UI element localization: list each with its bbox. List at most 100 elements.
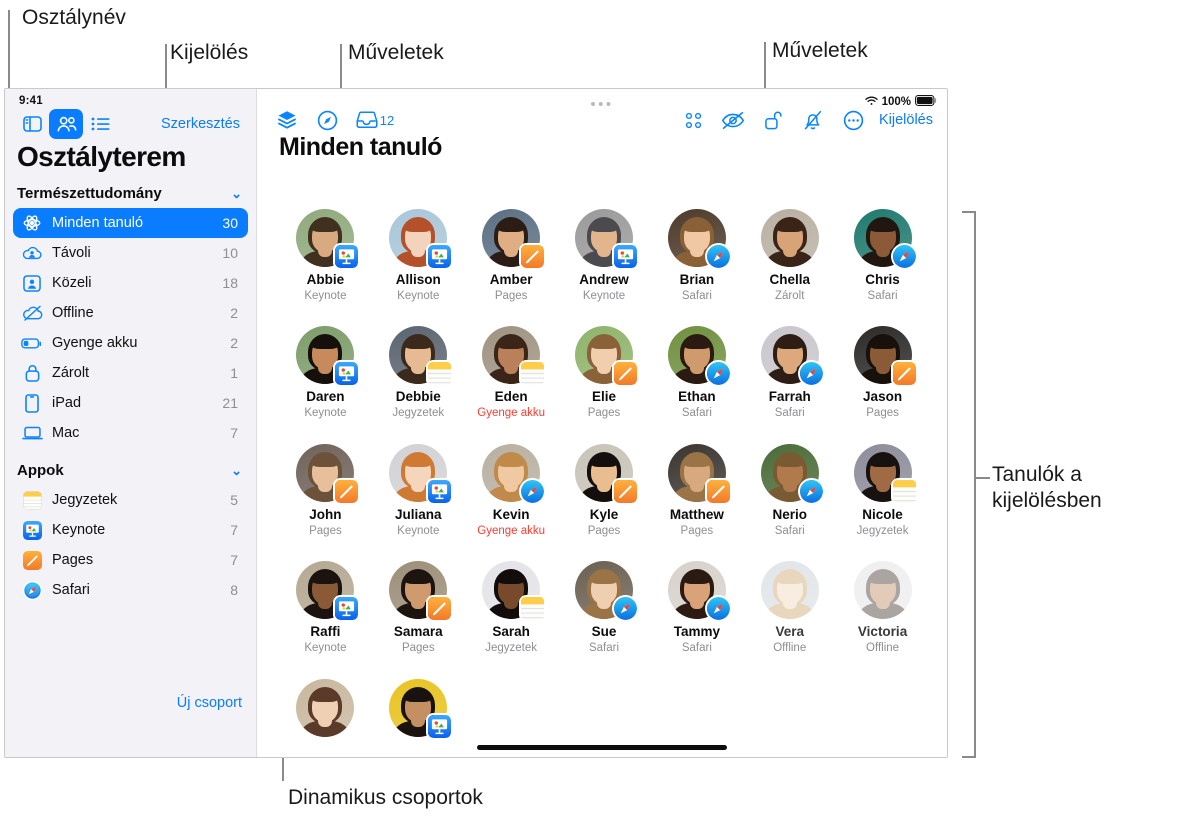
main-panel: ••• 100% 12 Kijelölés Minden tanuló Abbi… — [257, 89, 947, 757]
page-title: Osztályterem — [17, 141, 186, 172]
student-status: Safari — [681, 407, 712, 420]
sidebar-item-label: Zárolt — [52, 365, 90, 381]
sidebar-item-offline[interactable]: Offline 2 — [13, 298, 248, 328]
class-name-header[interactable]: Természettudomány ⌄ — [5, 179, 256, 208]
list-view-icon[interactable] — [83, 109, 117, 139]
student-name: Eden — [494, 389, 528, 405]
avatar-wrap — [389, 209, 452, 268]
student-tile[interactable]: Victoria Offline — [836, 553, 929, 667]
edit-button[interactable]: Szerkesztés — [161, 116, 242, 132]
student-tile[interactable]: Nicole Jegyzetek — [836, 436, 929, 550]
student-status: Pages — [494, 289, 528, 302]
student-tile[interactable]: Tammy Safari — [650, 553, 743, 667]
student-tile[interactable]: Farrah Safari — [743, 318, 836, 432]
avatar-wrap — [296, 561, 359, 621]
battery-percent-label: 100% — [881, 96, 911, 108]
student-tile[interactable]: Eden Gyenge akku — [465, 318, 558, 432]
safari-badge-icon — [799, 362, 823, 386]
student-status: Pages — [401, 642, 435, 655]
student-name: Elie — [591, 389, 616, 405]
student-tile[interactable]: Matthew Pages — [650, 436, 743, 550]
student-tile[interactable]: Vera Offline — [743, 553, 836, 667]
sidebar-item-jegyzetek[interactable]: Jegyzetek 5 — [13, 485, 248, 515]
window-grabber-icon[interactable]: ••• — [590, 97, 613, 112]
notes-badge-icon — [428, 362, 452, 386]
bell-slash-icon[interactable] — [793, 105, 833, 135]
student-tile[interactable]: Amber Pages — [465, 201, 558, 314]
avatar — [760, 561, 819, 620]
sidebar-item-count: 8 — [230, 582, 238, 598]
avatar-wrap — [853, 209, 916, 268]
sidebar-item-label: iPad — [52, 395, 82, 411]
student-status: Keynote — [397, 289, 440, 302]
student-grid: Abbie Keynote Allison Keynote Amber Pages A… — [257, 197, 947, 757]
student-tile[interactable]: Elie Pages — [558, 318, 651, 432]
avatar — [296, 678, 355, 737]
student-tile[interactable]: Ethan Safari — [650, 318, 743, 432]
sidebar-item-keynote[interactable]: Keynote 7 — [13, 515, 248, 545]
sidebar-item-label: Gyenge akku — [52, 335, 138, 351]
student-tile[interactable]: Nerio Safari — [743, 436, 836, 550]
sidebar-item-safari[interactable]: Safari 8 — [13, 575, 248, 605]
leader-students-in-selection — [976, 477, 990, 479]
student-tile[interactable]: Brian Safari — [650, 201, 743, 314]
student-tile[interactable]: Andrew Keynote — [558, 201, 651, 314]
eye-slash-icon[interactable] — [713, 105, 753, 135]
ipad-icon — [21, 393, 43, 413]
new-group-button[interactable]: Új csoport — [177, 695, 242, 711]
avatar-wrap — [667, 326, 730, 386]
pages-badge-icon — [613, 479, 637, 503]
callout-class-name: Osztálynév — [22, 6, 126, 29]
sidebar-toggle-icon[interactable] — [15, 109, 49, 139]
people-view-icon[interactable] — [49, 109, 83, 139]
student-tile[interactable]: Sarah Jegyzetek — [465, 553, 558, 667]
student-status: Offline — [773, 642, 807, 655]
student-tile[interactable]: Chris Safari — [836, 201, 929, 314]
student-name: Daren — [306, 389, 345, 405]
atom-icon — [21, 213, 43, 233]
notes-badge-icon — [892, 479, 916, 503]
student-tile[interactable]: Sue Safari — [558, 553, 651, 667]
navigate-icon[interactable] — [307, 105, 347, 135]
sidebar-item-mac[interactable]: Mac 7 — [13, 418, 248, 448]
student-tile[interactable]: Jason Pages — [836, 318, 929, 432]
student-tile[interactable]: Kyle Pages — [558, 436, 651, 550]
student-tile[interactable]: Juliana Keynote — [372, 436, 465, 550]
student-tile[interactable] — [372, 671, 465, 757]
student-tile[interactable]: Debbie Jegyzetek — [372, 318, 465, 432]
student-name: Brian — [679, 272, 715, 287]
student-name: Raffi — [310, 624, 341, 640]
student-status: Pages — [587, 407, 621, 420]
sidebar-item-gyenge-akku[interactable]: Gyenge akku 2 — [13, 328, 248, 358]
student-status: Jegyzetek — [485, 642, 538, 655]
student-tile[interactable] — [279, 671, 372, 757]
keynote-badge-icon — [335, 362, 359, 386]
student-tile[interactable]: Chella Zárolt — [743, 201, 836, 314]
sidebar-item-count: 18 — [222, 275, 238, 291]
student-tile[interactable]: Kevin Gyenge akku — [465, 436, 558, 550]
select-button[interactable]: Kijelölés — [873, 112, 939, 128]
inbox-icon[interactable]: 12 — [347, 105, 403, 135]
more-circle-icon[interactable] — [833, 105, 873, 135]
student-tile[interactable]: Samara Pages — [372, 553, 465, 667]
student-status: Zárolt — [775, 289, 805, 302]
avatar-wrap — [296, 209, 359, 268]
student-tile[interactable]: Allison Keynote — [372, 201, 465, 314]
student-tile[interactable]: John Pages — [279, 436, 372, 550]
avatar-wrap — [667, 561, 730, 621]
sidebar-item-tavoli[interactable]: Távoli 10 — [13, 238, 248, 268]
student-tile[interactable]: Raffi Keynote — [279, 553, 372, 667]
sidebar-item-zarolt[interactable]: Zárolt 1 — [13, 358, 248, 388]
apps-section-header[interactable]: Appok ⌄ — [5, 448, 256, 485]
student-tile[interactable]: Daren Keynote — [279, 318, 372, 432]
student-status: Safari — [774, 524, 805, 537]
avatar-wrap — [574, 326, 637, 386]
layers-icon[interactable] — [267, 105, 307, 135]
grid-view-icon[interactable] — [673, 105, 713, 135]
sidebar-item-pages[interactable]: Pages 7 — [13, 545, 248, 575]
sidebar-item-kozeli[interactable]: Közeli 18 — [13, 268, 248, 298]
sidebar-item-minden-tanulo[interactable]: Minden tanuló 30 — [13, 208, 248, 238]
student-tile[interactable]: Abbie Keynote — [279, 201, 372, 314]
lock-open-icon[interactable] — [753, 105, 793, 135]
sidebar-item-ipad[interactable]: iPad 21 — [13, 388, 248, 418]
